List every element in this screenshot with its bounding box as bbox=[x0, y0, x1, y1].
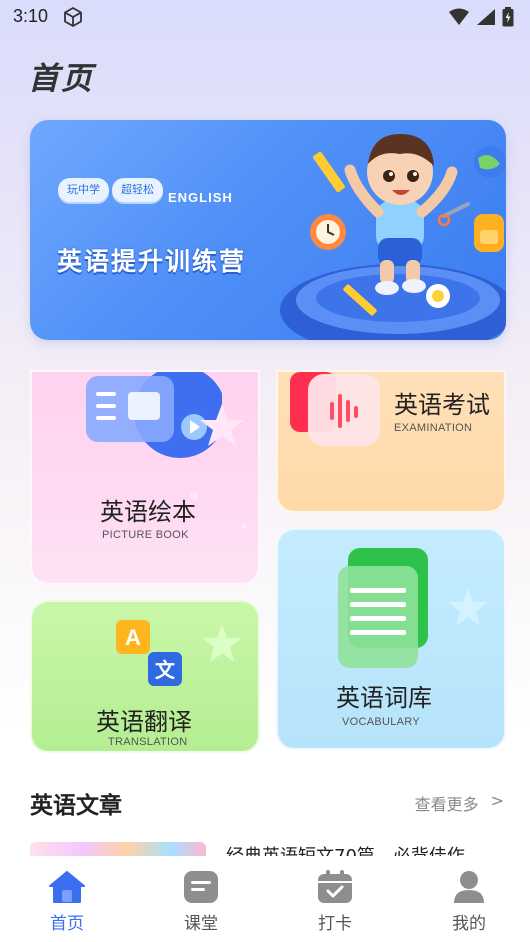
stars-decoration bbox=[448, 588, 488, 626]
svg-text:A: A bbox=[125, 625, 141, 650]
card-exam[interactable]: 英语考试 EXAMINATION bbox=[276, 370, 506, 513]
svg-text:文: 文 bbox=[155, 658, 176, 682]
card-translation-subtitle: TRANSLATION bbox=[108, 736, 188, 748]
card-picture-book-subtitle: PICTURE BOOK bbox=[102, 529, 189, 541]
card-vocabulary-title: 英语词库 bbox=[336, 684, 432, 712]
bottom-nav: 首页 课堂 打卡 我的 bbox=[0, 856, 530, 942]
status-time: 3:10 bbox=[13, 6, 49, 26]
card-translation-title: 英语翻译 bbox=[96, 708, 192, 736]
person-icon bbox=[454, 871, 484, 903]
card-picture-book[interactable]: 英语绘本 PICTURE BOOK bbox=[30, 370, 260, 585]
card-translation[interactable]: A 文 英语翻译 TRANSLATION bbox=[30, 600, 260, 753]
article-thumbnail[interactable] bbox=[30, 842, 206, 856]
translate-icon: A 文 bbox=[116, 620, 182, 686]
card-exam-subtitle: EXAMINATION bbox=[394, 422, 473, 434]
calendar-check-icon bbox=[318, 870, 352, 903]
more-articles-link[interactable]: 查看更多 > bbox=[415, 791, 504, 815]
stars-decoration bbox=[202, 624, 242, 662]
status-icons bbox=[448, 7, 514, 27]
voice-wave-icon bbox=[290, 372, 380, 446]
page-title: 首页 bbox=[28, 61, 94, 97]
card-vocabulary-subtitle: VOCABULARY bbox=[342, 716, 420, 728]
nav-profile-label: 我的 bbox=[452, 914, 486, 934]
banner-english-camp[interactable]: 玩中学 超轻松 ENGLISH 英语提升训练营 bbox=[30, 120, 506, 340]
nav-home-label: 首页 bbox=[50, 914, 84, 934]
banner-tag: 超轻松 bbox=[112, 178, 163, 202]
article-title[interactable]: 经典英语短文70篇，必背佳作 bbox=[226, 842, 516, 856]
classroom-icon bbox=[184, 871, 218, 903]
nav-checkin-label: 打卡 bbox=[318, 914, 352, 934]
home-icon bbox=[49, 871, 85, 903]
battery-icon bbox=[502, 7, 514, 27]
cube-icon bbox=[64, 7, 82, 27]
wifi-icon bbox=[449, 8, 469, 25]
nav-home[interactable]: 首页 bbox=[32, 870, 102, 934]
document-list-icon bbox=[338, 548, 428, 668]
chevron-right-icon: > bbox=[490, 791, 504, 810]
banner-title: 英语提升训练营 bbox=[57, 247, 247, 276]
boy-mascot-illustration bbox=[280, 134, 506, 340]
card-exam-title: 英语考试 bbox=[394, 391, 490, 419]
banner-tag: 玩中学 bbox=[58, 178, 109, 202]
more-articles-label: 查看更多 bbox=[414, 795, 479, 814]
card-picture-book-title: 英语绘本 bbox=[100, 498, 196, 526]
card-vocabulary[interactable]: 英语词库 VOCABULARY bbox=[276, 528, 506, 750]
signal-icon bbox=[477, 9, 495, 25]
articles-section-title: 英语文章 bbox=[30, 793, 122, 819]
nav-checkin[interactable]: 打卡 bbox=[300, 870, 370, 934]
status-bar: 3:10 bbox=[0, 0, 530, 34]
nav-classroom[interactable]: 课堂 bbox=[166, 870, 236, 934]
nav-profile[interactable]: 我的 bbox=[434, 870, 504, 934]
banner-english-label: ENGLISH bbox=[168, 190, 233, 205]
nav-classroom-label: 课堂 bbox=[184, 914, 218, 934]
